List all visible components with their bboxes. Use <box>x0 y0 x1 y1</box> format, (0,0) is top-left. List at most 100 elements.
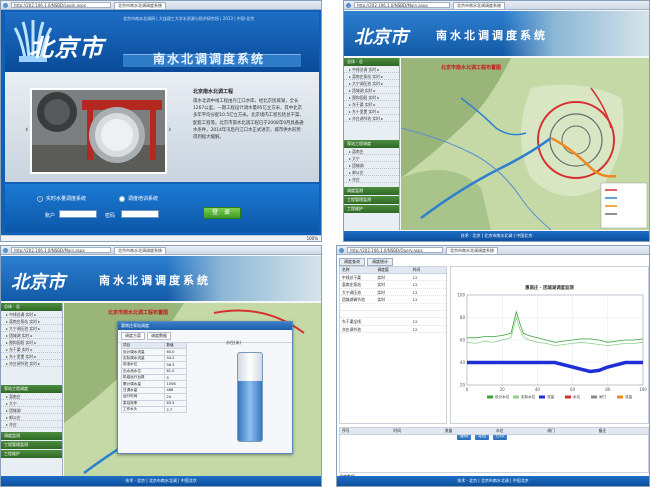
sidebar-item[interactable]: 东十里堡 实时 ▸ <box>1 353 62 360</box>
address-bar[interactable]: http://202.106.1.0/NSBD/Login.aspx <box>11 2 111 8</box>
sidebar-item[interactable]: 惠南庄泵站 实时 ▸ <box>344 73 399 80</box>
sidebar-item[interactable]: 中线总调 实时 ▸ <box>344 66 399 73</box>
x-tick-label: 60 <box>570 387 576 392</box>
sidebar-head[interactable]: 泵站工程调度 <box>1 385 62 393</box>
radio-realtime[interactable]: 实时水量调度系统 <box>37 195 86 202</box>
cell: 东干渠全线 <box>342 319 361 325</box>
map-view[interactable]: 北京市南水北调工程布置图 <box>401 58 649 230</box>
legend-label: 实际水位 <box>521 394 536 399</box>
column-header: 备注 <box>598 428 607 433</box>
sidebar-head[interactable]: 总体 · 总 <box>1 303 62 311</box>
radio-icon <box>37 195 43 202</box>
cell <box>375 326 410 332</box>
address-bar[interactable]: http://202.106.1.0/NSBD/Main.aspx <box>354 2 450 8</box>
sidebar-head[interactable]: 调度监测 <box>1 432 62 440</box>
table-row[interactable]: 工作水头 2.7 <box>120 405 187 414</box>
sidebar-item[interactable]: 亦庄 <box>1 421 62 428</box>
grid-row[interactable] <box>340 311 446 319</box>
sidebar-item[interactable]: 团城湖 实时 ▸ <box>344 87 399 94</box>
sidebar-item[interactable]: 颐和园段 实时 ▸ <box>344 94 399 101</box>
sidebar-item[interactable]: 亦庄调节池 实时 ▸ <box>1 360 62 367</box>
browser-tab[interactable]: 北京市南水北调调度系统 <box>114 246 166 254</box>
grid-row[interactable]: 中线总干渠 实时 12 <box>340 274 446 282</box>
sidebar-item[interactable]: 团城湖 实时 ▸ <box>1 332 62 339</box>
browser-icon <box>346 2 351 8</box>
user-input[interactable] <box>59 210 97 218</box>
app-logo: 北京市 <box>354 27 408 48</box>
address-bar[interactable]: http://202.106.1.0/NSBD/Main.aspx <box>11 247 111 253</box>
news-title: 北京南水北调工程 <box>193 89 234 95</box>
sidebar-item[interactable]: 郭公庄 <box>344 169 399 176</box>
app-header: 北京市 南水北调调度系统 <box>344 11 649 56</box>
logo-text: 北京市 <box>29 33 104 62</box>
radio-training[interactable]: 调度培训系统 <box>119 195 158 202</box>
sidebar-item[interactable]: 东干渠 实时 ▸ <box>1 346 62 353</box>
cell: 12 <box>412 282 418 288</box>
column-header: 调度值 <box>377 267 389 272</box>
app-title: 南水北调调度系统 <box>99 274 211 287</box>
sidebar-item[interactable]: 大宁调压池 实时 ▸ <box>344 80 399 87</box>
grid-row[interactable]: 东干渠全线 12 <box>340 318 446 326</box>
tab-stats[interactable]: 调度统计 <box>367 258 393 266</box>
cell <box>411 311 446 317</box>
legend-swatch <box>591 395 597 399</box>
sidebar-head[interactable]: 总体 · 总 <box>344 58 399 66</box>
cell: 大宁调压池 <box>342 289 361 295</box>
app-logo: 北京市 <box>11 272 65 293</box>
grid-row[interactable]: 团城湖调节池 实时 12 <box>340 296 446 304</box>
sidebar-head[interactable]: 调度监测 <box>344 187 399 195</box>
x-tick-label: 20 <box>500 387 506 392</box>
cell: 12 <box>412 326 418 332</box>
sidebar-item[interactable]: 惠南庄 <box>344 148 399 155</box>
sidebar-head[interactable]: 工程管理监测 <box>1 441 62 449</box>
legend-swatch <box>539 395 545 399</box>
sidebar-head[interactable]: 泵站工程调度 <box>344 140 399 148</box>
sidebar-item[interactable]: 惠南庄 <box>1 393 62 400</box>
grid-row[interactable]: 大宁调压池 实时 12 <box>340 289 446 297</box>
sidebar-head[interactable]: 工程管理监测 <box>344 196 399 204</box>
sidebar-head[interactable]: 工程维护 <box>1 450 62 458</box>
tab-plan[interactable]: 调度方案 <box>121 332 145 340</box>
browser-tab[interactable]: 北京市南水北调调度系统 <box>114 1 166 9</box>
login-button[interactable]: 登 录 <box>203 207 241 219</box>
pump-dialog: 惠南庄泵站调度 调度方案 调度数据 项目 数值 设计调水流量 60.0 实际调水流量… <box>117 321 293 454</box>
grid-row[interactable]: 亦庄调节池 12 <box>340 326 446 334</box>
prev-arrow-icon[interactable]: ‹ <box>25 125 29 135</box>
sidebar-item[interactable]: 团城湖 <box>344 162 399 169</box>
sidebar-item[interactable]: 惠南庄泵站 实时 ▸ <box>1 318 62 325</box>
legend-swatch <box>487 395 493 399</box>
tab-query[interactable]: 调度查询 <box>339 258 365 266</box>
sidebar-item[interactable]: 亦庄 <box>344 176 399 183</box>
series-line <box>467 360 643 374</box>
password-input[interactable] <box>121 210 159 218</box>
sidebar-item[interactable]: 团城湖 <box>1 407 62 414</box>
line-chart[interactable]: 204060801000 20 40 60 80 100设计水位 实际水位 流量 水位 闸门 流量 <box>451 267 648 407</box>
tab-data[interactable]: 调度数据 <box>147 332 171 340</box>
sidebar-item[interactable]: 郭公庄 <box>1 414 62 421</box>
sidebar-item[interactable]: 大宁 <box>1 400 62 407</box>
sidebar-item[interactable]: 中线总调 实时 ▸ <box>1 311 62 318</box>
browser-tab[interactable]: 北京市南水北调调度系统 <box>453 1 505 9</box>
news-photo <box>30 88 167 174</box>
sidebar-item[interactable]: 大宁 <box>344 155 399 162</box>
browser-chrome: http://202.106.1.0/NSBD/Main.aspx 北京市南水北… <box>1 246 321 255</box>
dialog-title: 惠南庄泵站调度 <box>118 322 292 330</box>
address-bar[interactable]: http://202.106.1.0/NSBD/Query.aspx <box>347 247 443 253</box>
sidebar-item[interactable]: 大宁调压池 实时 ▸ <box>1 325 62 332</box>
grid-row[interactable]: 惠南庄泵站 实时 12 <box>340 281 446 289</box>
sidebar-head[interactable]: 工程维护 <box>344 205 399 213</box>
map-canvas[interactable] <box>401 58 649 230</box>
login-panel <box>5 184 319 232</box>
sidebar-item[interactable]: 颐和园段 实时 ▸ <box>1 339 62 346</box>
dialog-window: http://202.106.1.0/NSBD/Main.aspx 北京市南水北… <box>0 245 322 487</box>
sidebar-item[interactable]: 亦庄调节池 实时 ▸ <box>344 115 399 122</box>
column-header: 时间 <box>412 267 421 272</box>
sidebar-item[interactable]: 东十里堡 实时 ▸ <box>344 108 399 115</box>
top-links[interactable]: 北京市南水北调网 | 大连理工大学水资源与防洪研究所 | 2013 | 中国·北… <box>123 16 254 22</box>
next-arrow-icon[interactable]: › <box>168 125 172 135</box>
radio-label: 调度培训系统 <box>128 196 159 202</box>
column-header: 流量 <box>444 428 453 433</box>
browser-tab[interactable]: 北京市南水北调调度系统 <box>446 246 498 254</box>
sidebar-item[interactable]: 东干渠 实时 ▸ <box>344 101 399 108</box>
grid-row[interactable] <box>340 304 446 311</box>
